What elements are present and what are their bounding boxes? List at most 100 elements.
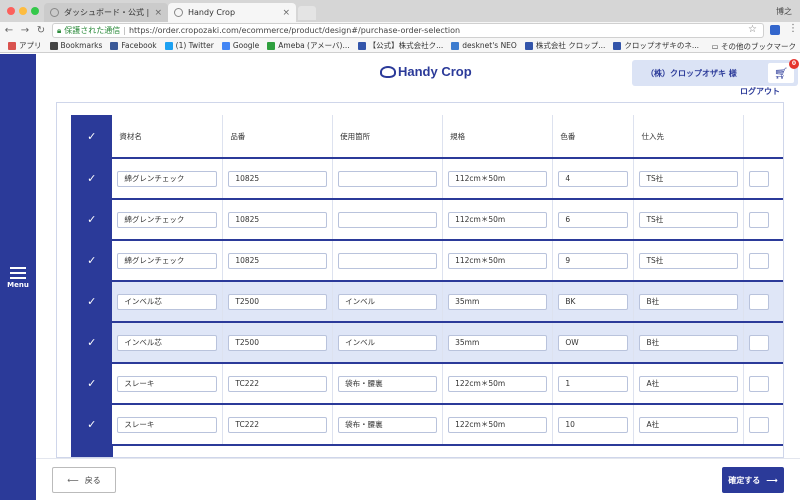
close-window-button[interactable] [7, 7, 15, 15]
browser-tab-dashboard[interactable]: ダッシュボード・公式 | 株式会社 × [44, 3, 168, 22]
table-cell: 1 [552, 363, 635, 405]
bookmark-label: Google [232, 41, 260, 50]
bookmark-star-icon[interactable]: ☆ [748, 24, 757, 35]
table-row: ✓ 綿グレンチェック 10825 112cm＊50m 4 TS社 [71, 158, 783, 200]
bookmark-label: 【公式】株式会社ク... [368, 41, 444, 50]
confirm-button[interactable]: 確定する ⟶ [722, 467, 784, 493]
row-checkbox[interactable]: ✓ [71, 404, 113, 446]
row-checkbox[interactable]: ✓ [71, 363, 113, 405]
color-number-field[interactable]: 9 [558, 252, 629, 269]
supplier-field[interactable]: TS社 [639, 170, 739, 187]
supplier-field[interactable]: A社 [639, 416, 739, 433]
bookmark-item[interactable]: Facebook [110, 41, 157, 50]
material-name-field[interactable]: スレーキ [117, 375, 218, 392]
new-tab-button[interactable] [298, 6, 316, 20]
bookmark-item[interactable]: Bookmarks [49, 41, 102, 50]
material-name-field[interactable]: 綿グレンチェック [117, 170, 218, 187]
table-row: ✓ スレーキ TC222 袋布・腰裏 122cm＊50m 1 A社 [71, 363, 783, 405]
row-checkbox[interactable]: ✓ [71, 158, 113, 200]
part-number-field[interactable]: T2500 [228, 293, 328, 310]
supplier-field[interactable]: B社 [639, 334, 739, 351]
material-name-field[interactable]: 綿グレンチェック [117, 211, 218, 228]
row-checkbox[interactable]: ✓ [71, 322, 113, 364]
browser-tab-handy-crop[interactable]: Handy Crop × [168, 3, 296, 22]
usage-location-field[interactable] [338, 211, 438, 228]
select-all-checkbox[interactable]: ✓ [71, 115, 113, 159]
usage-location-field[interactable]: インベル [338, 334, 438, 351]
spec-field[interactable]: 35mm [448, 293, 548, 310]
usage-location-field[interactable]: 袋布・腰裏 [338, 375, 438, 392]
spec-field[interactable]: 112cm＊50m [448, 252, 548, 269]
cart-button[interactable]: 🛒︎ 0 [768, 59, 799, 83]
overflow-field[interactable] [749, 334, 770, 351]
usage-location-field[interactable] [338, 252, 438, 269]
spec-field[interactable]: 112cm＊50m [448, 170, 548, 187]
overflow-field[interactable] [749, 375, 770, 392]
spec-field[interactable]: 112cm＊50m [448, 211, 548, 228]
logout-link[interactable]: ログアウト [740, 86, 780, 97]
reload-icon[interactable]: ↻ [34, 25, 48, 36]
brand-logo[interactable]: Handy Crop [380, 64, 472, 79]
material-table-scroll[interactable]: ✓ 資材名 品番 使用箇所 規格 色番 仕入先 ✓ 綿グレンチェック 10825 11… [71, 115, 783, 457]
color-number-field[interactable]: OW [558, 334, 629, 351]
url-separator: | [123, 26, 126, 35]
maximize-window-button[interactable] [31, 7, 39, 15]
browser-menu-icon[interactable]: ⋮ [788, 23, 798, 34]
minimize-window-button[interactable] [19, 7, 27, 15]
row-checkbox[interactable]: ✓ [71, 240, 113, 282]
material-name-field[interactable]: インベル芯 [117, 334, 218, 351]
supplier-field[interactable]: TS社 [639, 252, 739, 269]
forward-arrow-icon[interactable]: → [18, 25, 32, 36]
usage-location-field[interactable]: インベル [338, 293, 438, 310]
bookmark-item[interactable]: 【公式】株式会社ク... [357, 40, 444, 51]
checkmark-icon: ✓ [87, 172, 97, 185]
spec-field[interactable]: 122cm＊50m [448, 375, 548, 392]
other-bookmarks-folder[interactable]: ▭ その他のブックマーク [712, 41, 796, 52]
part-number-field[interactable]: 10825 [228, 170, 328, 187]
usage-location-field[interactable] [338, 170, 438, 187]
usage-location-field[interactable]: 袋布・腰裏 [338, 416, 438, 433]
row-checkbox[interactable]: ✓ [71, 199, 113, 241]
address-bar[interactable]: 🔒︎ 保護された通信 | https://order.cropozaki.com… [52, 23, 764, 38]
spec-field[interactable]: 122cm＊50m [448, 416, 548, 433]
bookmark-item[interactable]: desknet's NEO [451, 41, 517, 50]
material-name-field[interactable]: 綿グレンチェック [117, 252, 218, 269]
color-number-field[interactable]: BK [558, 293, 629, 310]
part-number-field[interactable]: 10825 [228, 211, 328, 228]
color-number-field[interactable]: 1 [558, 375, 629, 392]
color-number-field[interactable]: 4 [558, 170, 629, 187]
table-cell: 4 [552, 158, 635, 200]
supplier-field[interactable]: TS社 [639, 211, 739, 228]
color-number-field[interactable]: 10 [558, 416, 629, 433]
facebook-icon [110, 41, 119, 50]
overflow-field[interactable] [749, 252, 770, 269]
back-arrow-icon[interactable]: ← [2, 25, 16, 36]
material-name-field[interactable]: インベル芯 [117, 293, 218, 310]
color-number-field[interactable]: 6 [558, 211, 629, 228]
browser-profile-name[interactable]: 博之 [776, 6, 792, 17]
bookmark-item[interactable]: 株式会社 クロップ... [524, 40, 605, 51]
close-tab-icon[interactable]: × [154, 8, 162, 18]
back-button[interactable]: ⟵ 戻る [52, 467, 116, 493]
part-number-field[interactable]: TC222 [228, 416, 328, 433]
bookmark-item[interactable]: (1) Twitter [164, 41, 214, 50]
row-checkbox[interactable]: ✓ [71, 281, 113, 323]
part-number-field[interactable]: 10825 [228, 252, 328, 269]
extension-icon[interactable] [770, 25, 780, 35]
overflow-field[interactable] [749, 211, 770, 228]
part-number-field[interactable]: T2500 [228, 334, 328, 351]
bookmark-item[interactable]: クロップオザキのネ... [613, 40, 699, 51]
bookmark-item[interactable]: アプリ [8, 40, 42, 51]
close-tab-icon[interactable]: × [282, 8, 290, 18]
menu-button[interactable]: Menu [7, 264, 29, 289]
overflow-field[interactable] [749, 293, 770, 310]
overflow-field[interactable] [749, 416, 770, 433]
bookmark-item[interactable]: Google [221, 41, 260, 50]
overflow-field[interactable] [749, 170, 770, 187]
bookmark-item[interactable]: Ameba (アメーバ)... [267, 40, 350, 51]
material-name-field[interactable]: スレーキ [117, 416, 218, 433]
supplier-field[interactable]: B社 [639, 293, 739, 310]
spec-field[interactable]: 35mm [448, 334, 548, 351]
part-number-field[interactable]: TC222 [228, 375, 328, 392]
supplier-field[interactable]: A社 [639, 375, 739, 392]
